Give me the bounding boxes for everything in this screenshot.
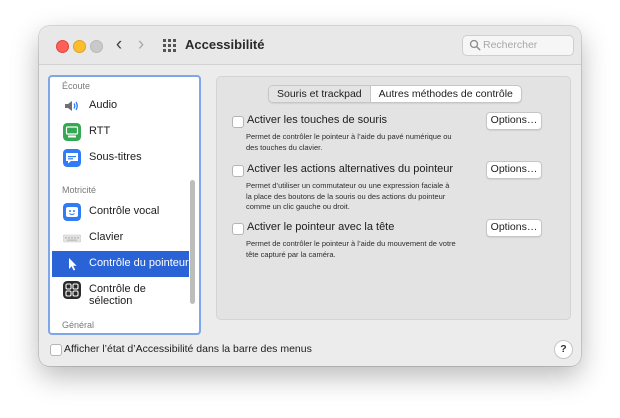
- zoom-button[interactable]: [90, 40, 103, 53]
- search-icon: [469, 39, 481, 51]
- captions-icon: [63, 149, 81, 167]
- alternate-actions-options-button[interactable]: Options…: [486, 161, 542, 179]
- close-button[interactable]: [56, 40, 69, 53]
- sidebar-item-label: Contrôle vocal: [89, 205, 160, 217]
- sidebar-item-label: Contrôle du pointeur: [89, 257, 189, 269]
- keyboard-icon: [63, 234, 81, 243]
- tab-autres-methodes[interactable]: Autres méthodes de contrôle: [371, 86, 521, 102]
- tab-souris-et-trackpad[interactable]: Souris et trackpad: [269, 86, 371, 102]
- mouse-keys-checkbox[interactable]: [232, 116, 244, 128]
- option-title: Activer le pointeur avec la tête: [247, 221, 395, 233]
- option-title: Activer les touches de souris: [247, 114, 388, 126]
- show-all-grid-icon[interactable]: [163, 39, 176, 52]
- menubar-status-checkbox[interactable]: [50, 344, 62, 356]
- window-title: Accessibilité: [185, 37, 265, 52]
- search-field[interactable]: [462, 35, 574, 56]
- pointer-icon: [63, 255, 81, 273]
- section-ecoute: Écoute: [62, 81, 91, 91]
- rtt-icon: [63, 123, 81, 141]
- sidebar-item-controle-de-selection[interactable]: Contrôle de sélection: [52, 277, 189, 307]
- sidebar-item-rtt[interactable]: RTT: [52, 119, 189, 145]
- head-pointer-checkbox[interactable]: [232, 223, 244, 235]
- speaker-icon: [65, 101, 78, 111]
- switch-control-icon: [63, 281, 81, 299]
- alternate-actions-checkbox[interactable]: [232, 165, 244, 177]
- sidebar[interactable]: Écoute Audio RTT Sous-titres Motricité C…: [48, 75, 201, 335]
- option-description: Permet d’utiliser un commutateur ou une …: [246, 181, 450, 211]
- forward-button[interactable]: ›: [132, 35, 150, 55]
- sidebar-item-label: Contrôle de sélection: [89, 283, 146, 307]
- search-input[interactable]: [483, 37, 567, 53]
- help-button[interactable]: ?: [554, 340, 573, 359]
- sidebar-item-label: RTT: [89, 125, 111, 137]
- sidebar-item-controle-du-pointeur[interactable]: Contrôle du pointeur: [52, 251, 189, 277]
- voice-control-icon: [63, 203, 81, 221]
- mouse-keys-options-button[interactable]: Options…: [486, 112, 542, 130]
- sidebar-scrollbar[interactable]: [190, 180, 195, 304]
- back-button[interactable]: ‹: [110, 35, 128, 55]
- sidebar-item-label: Clavier: [89, 231, 124, 243]
- head-pointer-options-button[interactable]: Options…: [486, 219, 542, 237]
- sidebar-item-sous-titres[interactable]: Sous-titres: [52, 145, 189, 171]
- section-general: Général: [62, 320, 95, 330]
- section-motricite: Motricité: [62, 185, 97, 195]
- option-description: Permet de contrôler le pointeur à l’aide…: [246, 239, 456, 259]
- menubar-status-label: Afficher l’état d’Accessibilité dans la …: [64, 343, 312, 355]
- sidebar-item-label: Sous-titres: [89, 151, 142, 163]
- sidebar-item-clavier[interactable]: Clavier: [52, 225, 189, 251]
- sidebar-item-audio[interactable]: Audio: [52, 93, 189, 119]
- tab-bar: Souris et trackpad Autres méthodes de co…: [268, 85, 522, 103]
- option-title: Activer les actions alternatives du poin…: [247, 163, 454, 175]
- minimize-button[interactable]: [73, 40, 86, 53]
- sidebar-item-controle-vocal[interactable]: Contrôle vocal: [52, 199, 189, 225]
- sidebar-item-label: Audio: [89, 99, 118, 111]
- title-bar: ‹ › Accessibilité: [39, 26, 581, 65]
- preferences-window: ‹ › Accessibilité Écoute Audio: [39, 26, 581, 366]
- option-description: Permet de contrôler le pointeur à l’aide…: [246, 132, 452, 152]
